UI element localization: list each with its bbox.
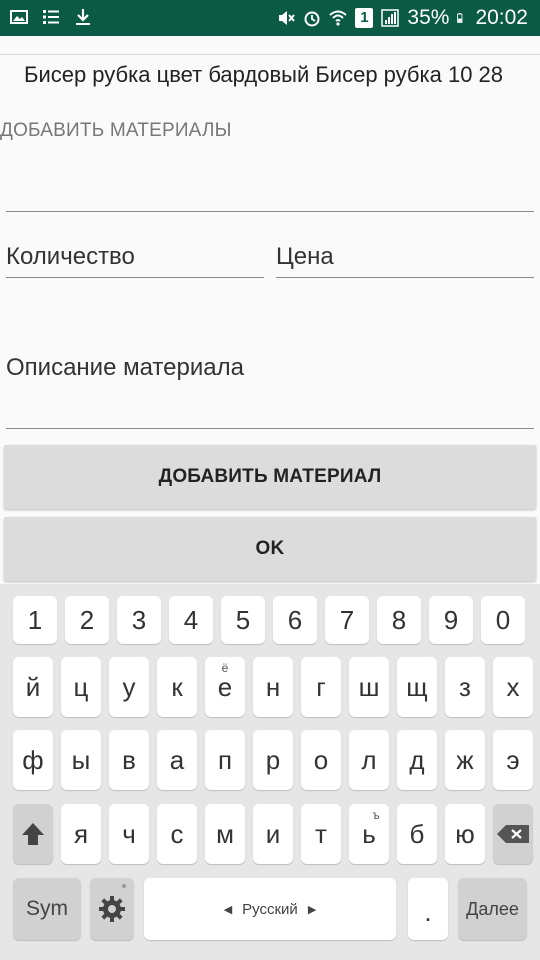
key-ф[interactable]: ф — [13, 730, 53, 790]
done-key[interactable]: Далее — [458, 878, 527, 940]
key-4[interactable]: 4 — [169, 596, 213, 644]
status-bar: 1 35% 20:02 — [0, 0, 540, 36]
clock: 20:02 — [475, 6, 528, 29]
signal-icon — [381, 9, 400, 27]
ok-button[interactable]: OK — [4, 517, 536, 581]
sym-key[interactable]: Sym — [13, 878, 81, 940]
key-л[interactable]: л — [349, 730, 389, 790]
backspace-icon — [497, 825, 529, 843]
key-ь-superscript: ъ — [372, 808, 380, 822]
space-key[interactable]: ◀ Русский ▶ — [144, 878, 396, 940]
description-placeholder: Описание материала — [6, 354, 244, 381]
quantity-placeholder: Количество — [6, 243, 135, 270]
key-б[interactable]: б — [397, 804, 437, 864]
alarm-icon — [304, 11, 320, 27]
key-о[interactable]: о — [301, 730, 341, 790]
key-й[interactable]: й — [13, 657, 53, 717]
key-у[interactable]: у — [109, 657, 149, 717]
battery-percent: 35% — [407, 6, 450, 29]
key-м[interactable]: м — [205, 804, 245, 864]
form-screen: Бисер рубка цвет бардовый Бисер рубка 10… — [0, 36, 540, 584]
wifi-icon — [329, 10, 348, 26]
price-field[interactable]: Цена — [276, 236, 534, 278]
key-6[interactable]: 6 — [273, 596, 317, 644]
key-з[interactable]: з — [445, 657, 485, 717]
sim-icon: 1 — [355, 8, 374, 28]
key-ц[interactable]: ц — [61, 657, 101, 717]
key-д[interactable]: д — [397, 730, 437, 790]
key-и[interactable]: и — [253, 804, 293, 864]
key-г[interactable]: г — [301, 657, 341, 717]
settings-key[interactable] — [90, 878, 134, 940]
lang-left-icon: ◀ — [223, 903, 233, 916]
key-8[interactable]: 8 — [377, 596, 421, 644]
key-ы[interactable]: ы — [61, 730, 101, 790]
battery-icon — [457, 13, 463, 23]
key-т[interactable]: т — [301, 804, 341, 864]
key-2[interactable]: 2 — [65, 596, 109, 644]
key-ь[interactable]: ъ ь — [349, 804, 389, 864]
download-icon — [76, 9, 90, 25]
key-е-superscript: ё — [221, 661, 229, 675]
key-к[interactable]: к — [157, 657, 197, 717]
key-ь-label: ь — [362, 818, 376, 849]
key-ш[interactable]: ш — [349, 657, 389, 717]
key-ю[interactable]: ю — [445, 804, 485, 864]
settings-dot — [122, 884, 126, 888]
key-щ[interactable]: щ — [397, 657, 437, 717]
key-р[interactable]: р — [253, 730, 293, 790]
key-9[interactable]: 9 — [429, 596, 473, 644]
quantity-field[interactable]: Количество — [6, 236, 264, 278]
section-label: ДОБАВИТЬ МАТЕРИАЛЫ — [0, 120, 232, 141]
key-е[interactable]: ё е — [205, 657, 245, 717]
key-х[interactable]: х — [493, 657, 533, 717]
key-н[interactable]: н — [253, 657, 293, 717]
shift-key[interactable] — [13, 804, 53, 864]
divider — [0, 54, 540, 55]
key-5[interactable]: 5 — [221, 596, 265, 644]
backspace-key[interactable] — [493, 804, 533, 864]
key-0[interactable]: 0 — [481, 596, 525, 644]
add-material-button[interactable]: ДОБАВИТЬ МАТЕРИАЛ — [4, 445, 536, 509]
key-э[interactable]: э — [493, 730, 533, 790]
key-я[interactable]: я — [61, 804, 101, 864]
price-placeholder: Цена — [276, 243, 334, 270]
key-1[interactable]: 1 — [13, 596, 57, 644]
list-icon — [43, 10, 59, 24]
key-е-label: е — [217, 671, 233, 702]
image-icon — [10, 10, 28, 24]
period-key[interactable]: . — [408, 878, 448, 940]
key-ж[interactable]: ж — [445, 730, 485, 790]
key-ч[interactable]: ч — [109, 804, 149, 864]
key-а[interactable]: а — [157, 730, 197, 790]
keyboard: 1 2 3 4 5 6 7 8 9 0 й ц у к ё е н г ш щ … — [0, 584, 540, 960]
material-title: Бисер рубка цвет бардовый Бисер рубка 10… — [24, 62, 504, 87]
lang-right-icon: ▶ — [307, 903, 317, 916]
key-п[interactable]: п — [205, 730, 245, 790]
gear-icon — [99, 896, 125, 922]
space-label: Русский — [242, 900, 298, 918]
material-name-field[interactable] — [6, 174, 534, 212]
key-в[interactable]: в — [109, 730, 149, 790]
shift-icon — [22, 823, 44, 845]
key-3[interactable]: 3 — [117, 596, 161, 644]
description-field[interactable]: Описание материала — [6, 342, 534, 429]
key-с[interactable]: с — [157, 804, 197, 864]
key-7[interactable]: 7 — [325, 596, 369, 644]
mute-icon — [279, 11, 296, 25]
